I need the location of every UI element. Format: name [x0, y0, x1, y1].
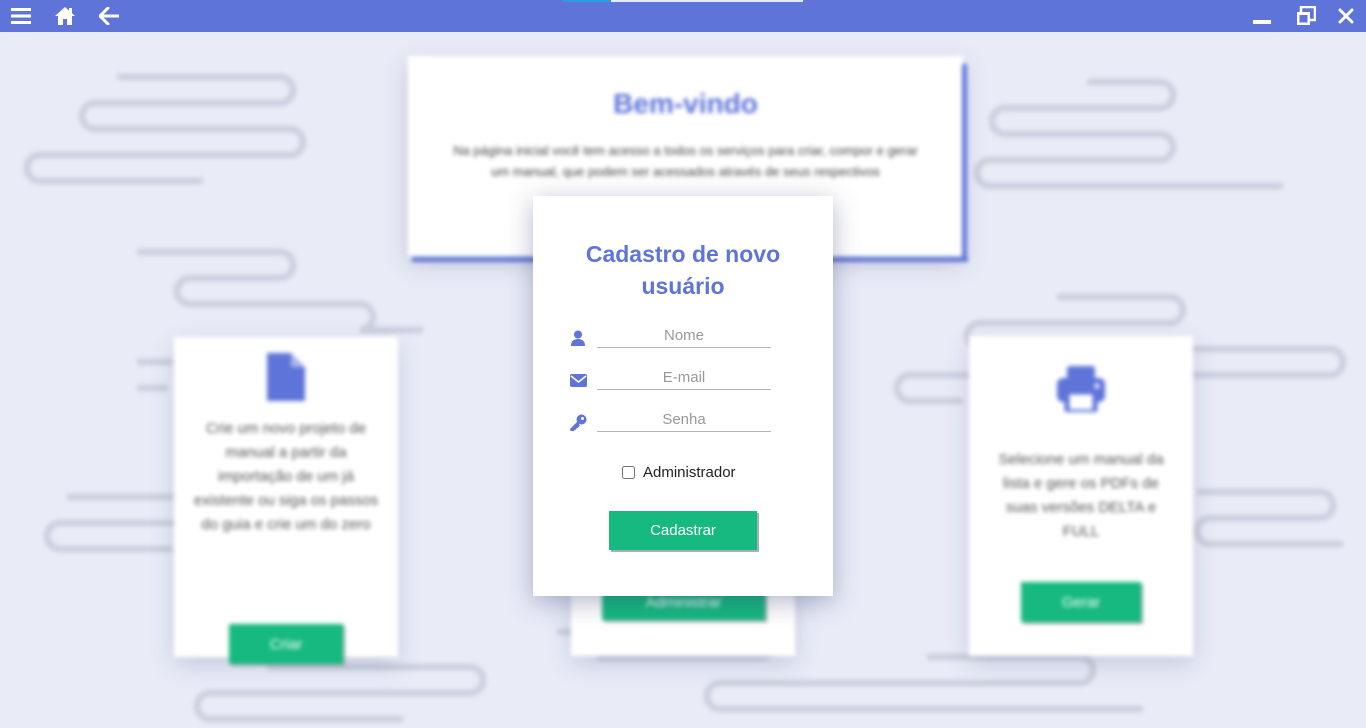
- generate-button[interactable]: Gerar: [1021, 582, 1141, 622]
- welcome-text: Na página inicial você tem acesso a todo…: [453, 143, 918, 179]
- printer-icon: [969, 366, 1193, 412]
- close-icon[interactable]: [1326, 0, 1366, 32]
- tab-indicator: [563, 0, 803, 2]
- create-card: Crie um novo projeto de manual a partir …: [174, 337, 398, 664]
- register-button[interactable]: Cadastrar: [609, 511, 757, 550]
- email-input[interactable]: [597, 366, 771, 390]
- name-input[interactable]: [597, 324, 771, 348]
- accent-bar: [962, 64, 967, 258]
- home-icon[interactable]: [45, 0, 85, 32]
- admin-checkbox[interactable]: [622, 466, 635, 479]
- password-field-row: [568, 408, 808, 438]
- minimize-icon[interactable]: [1242, 0, 1282, 32]
- restore-icon[interactable]: [1286, 0, 1326, 32]
- file-icon: [174, 353, 398, 401]
- user-icon: [568, 328, 588, 348]
- register-user-dialog: Cadastro de novo usuário Administrador C…: [533, 196, 833, 596]
- admin-checkbox-label: Administrador: [643, 464, 736, 481]
- password-input[interactable]: [597, 408, 771, 432]
- create-card-text: Crie um novo projeto de manual a partir …: [193, 420, 379, 533]
- name-field-row: [568, 324, 808, 354]
- generate-card-text: Selecione um manual da lista e gere os P…: [998, 451, 1164, 540]
- key-icon: [568, 412, 588, 432]
- welcome-title: Bem-vindo: [613, 88, 758, 119]
- dialog-title: Cadastro de novo usuário: [585, 241, 781, 299]
- email-field-row: [568, 366, 808, 396]
- create-button[interactable]: Criar: [229, 624, 343, 664]
- generate-card: Selecione um manual da lista e gere os P…: [969, 336, 1193, 656]
- envelope-icon: [568, 370, 588, 390]
- menu-icon[interactable]: [1, 0, 41, 32]
- admin-checkbox-row[interactable]: Administrador: [622, 464, 736, 481]
- arrow-left-icon[interactable]: [89, 0, 129, 32]
- title-bar: [0, 0, 1366, 32]
